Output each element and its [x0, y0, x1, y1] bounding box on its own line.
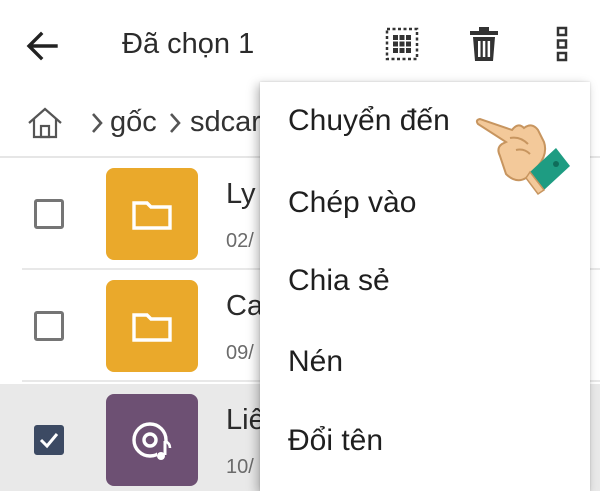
music-disc-icon [132, 422, 172, 461]
file-name: Liê [226, 404, 265, 436]
file-date: 10/ [226, 456, 254, 478]
row-checkbox-checked[interactable] [34, 425, 64, 455]
file-date: 02/ [226, 230, 254, 252]
more-vert-icon [556, 26, 568, 62]
menu-item-copy[interactable]: Chép vào [288, 186, 416, 220]
chevron-right-icon [170, 113, 181, 133]
row-checkbox[interactable] [34, 311, 64, 341]
file-name: Ca [226, 290, 264, 322]
delete-button[interactable] [462, 22, 506, 66]
trash-icon [470, 27, 498, 61]
folder-thumbnail [106, 280, 198, 372]
app-bar: Đã chọn 1 [0, 0, 600, 88]
music-thumbnail [106, 394, 198, 486]
file-name: Ly [226, 178, 256, 210]
menu-item-move[interactable]: Chuyển đến [288, 104, 450, 138]
folder-icon [132, 201, 172, 230]
menu-item-share[interactable]: Chia sẻ [288, 264, 390, 298]
chevron-right-icon [92, 113, 103, 133]
page-title: Đã chọn 1 [122, 28, 255, 60]
breadcrumb-item-root[interactable]: gốc [110, 106, 157, 139]
home-icon[interactable] [26, 104, 64, 142]
pointing-hand-icon [475, 117, 570, 196]
menu-item-compress[interactable]: Nén [288, 345, 343, 379]
arrow-back-icon [26, 31, 58, 61]
more-options-button[interactable] [540, 22, 584, 66]
menu-item-rename[interactable]: Đổi tên [288, 424, 383, 458]
select-all-button[interactable] [380, 22, 424, 66]
select-all-icon [385, 27, 419, 61]
row-checkbox[interactable] [34, 199, 64, 229]
check-icon [39, 433, 59, 449]
folder-icon [132, 313, 172, 342]
folder-thumbnail [106, 168, 198, 260]
file-date: 09/ [226, 342, 254, 364]
back-button[interactable] [22, 26, 62, 66]
